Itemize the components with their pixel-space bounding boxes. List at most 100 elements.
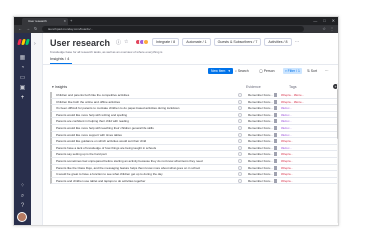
insight-text[interactable]: It's been difficult for parents to motiv… — [56, 105, 234, 111]
evidence-cell[interactable]: Remember Focu... — [248, 99, 273, 105]
scrollbar-thumb[interactable] — [337, 89, 338, 139]
tags-cell[interactable]: #Educ... — [281, 118, 292, 124]
insight-text[interactable]: Parents would like more support with tim… — [56, 132, 234, 138]
tags-cell[interactable]: #Repla... — [281, 151, 293, 157]
chevron-right-icon[interactable]: › — [34, 41, 36, 47]
info-icon[interactable]: ⓘ — [116, 39, 121, 46]
insight-text[interactable]: Parents would like more help with writin… — [56, 112, 234, 118]
new-tab-button[interactable]: + — [70, 17, 72, 25]
table-row[interactable]: Parents like the Class Dojo, and the mes… — [50, 164, 338, 172]
search-button[interactable]: ⌕ Search — [235, 68, 249, 74]
column-header-evidence[interactable]: Evidence — [246, 85, 261, 89]
reload-icon[interactable]: ↻ — [34, 25, 37, 33]
table-row[interactable]: Parents and children use tablet and lapt… — [50, 177, 338, 185]
insight-text[interactable]: Parents sometimes feel unprepared before… — [56, 158, 234, 164]
evidence-cell[interactable]: Remember Focu... — [248, 178, 273, 184]
evidence-cell[interactable]: Remember Focu... — [248, 165, 273, 171]
close-icon[interactable]: ✕ — [63, 18, 66, 25]
maximize-icon[interactable]: □ — [323, 17, 325, 25]
sort-button[interactable]: ⇅ Sort — [307, 68, 317, 74]
filter-button[interactable]: ▿ Filter / 1 — [283, 68, 302, 74]
menu-icon[interactable]: ⋮ — [330, 25, 334, 33]
inbox-icon[interactable]: ▭ — [19, 75, 26, 82]
group-title[interactable]: ▾ Insights — [52, 85, 67, 89]
evidence-cell[interactable]: Remember Focu... — [248, 151, 273, 157]
forward-icon[interactable]: → — [26, 25, 30, 33]
star-icon[interactable]: ☆ — [322, 25, 326, 33]
column-header-tags[interactable]: Tags — [289, 85, 297, 89]
more-icon[interactable]: ⋯ — [295, 39, 300, 45]
evidence-cell[interactable]: Remember Focu... — [248, 118, 273, 124]
chat-icon[interactable] — [238, 145, 242, 150]
tags-cell[interactable]: #Educ... — [281, 125, 292, 131]
table-row[interactable]: Parents would like guidance on which act… — [50, 138, 338, 145]
user-avatar[interactable] — [17, 212, 27, 222]
tags-cell[interactable]: #Repla... — [281, 158, 293, 164]
scrollbar[interactable] — [337, 83, 338, 223]
chat-icon[interactable] — [238, 132, 242, 137]
evidence-cell[interactable]: Remember Focu... — [248, 105, 273, 111]
insight-text[interactable]: Parents and children use tablet and lapt… — [56, 178, 234, 184]
tags-cell[interactable]: #Repla... #Ente... — [281, 99, 304, 105]
insight-text[interactable]: Children like both the online and offlin… — [56, 99, 234, 105]
evidence-cell[interactable]: Remember Focu... — [248, 112, 273, 118]
calendar-icon[interactable]: ▣ — [19, 85, 26, 92]
tags-cell[interactable]: #Educ... — [281, 112, 292, 118]
chat-icon[interactable] — [238, 125, 242, 130]
table-row[interactable]: It's been difficult for parents to motiv… — [50, 105, 338, 112]
close-window-icon[interactable]: ✕ — [332, 17, 335, 25]
bell-icon[interactable]: ◔ — [19, 65, 26, 72]
guests-button[interactable]: Guests & Subscribers / 7 — [213, 38, 262, 46]
person-button[interactable]: ◯ Person — [259, 68, 275, 74]
grid-icon[interactable]: ▦ — [19, 55, 26, 62]
evidence-cell[interactable]: Remember Focu... — [248, 132, 273, 138]
evidence-cell[interactable]: Remember Focu... — [248, 145, 273, 151]
evidence-cell[interactable]: Remember Focu... — [248, 92, 273, 98]
insight-text[interactable]: It would be great to have a function to … — [56, 171, 234, 177]
evidence-cell[interactable]: Remember Focu... — [248, 125, 273, 131]
tags-cell[interactable]: #Educ... — [281, 105, 292, 111]
table-row[interactable]: Parents have a lack of knowledge of how … — [50, 144, 338, 152]
monday-logo[interactable] — [17, 39, 30, 45]
minimize-icon[interactable]: — — [313, 17, 317, 25]
table-row[interactable]: Children like both the online and offlin… — [50, 98, 338, 106]
tags-cell[interactable]: #Repla... — [281, 165, 293, 171]
tags-cell[interactable]: #Educ... — [281, 132, 292, 138]
tags-cell[interactable]: #Educ... — [281, 145, 292, 151]
evidence-cell[interactable]: Remember Focu... — [248, 158, 273, 164]
board-members-avatars[interactable] — [135, 39, 149, 45]
table-row[interactable]: Parents would like more support with tim… — [50, 131, 338, 139]
chat-icon[interactable] — [238, 119, 242, 124]
tags-cell[interactable]: #Repla... — [281, 171, 293, 177]
table-row[interactable]: Parents sometimes feel unprepared before… — [50, 157, 338, 165]
browser-tab[interactable]: User research ✕ — [22, 18, 68, 25]
evidence-cell[interactable]: Remember Focu... — [248, 171, 273, 177]
chat-icon[interactable] — [238, 172, 242, 177]
insight-text[interactable]: Children and parents both like the compe… — [56, 92, 234, 98]
insight-text[interactable]: Parents would like more help with teachi… — [56, 125, 234, 131]
insight-text[interactable]: Parents like the Class Dojo, and the mes… — [56, 165, 234, 171]
insight-text[interactable]: Parents would like guidance on which act… — [56, 138, 234, 144]
new-item-button[interactable]: New Item ▾ — [208, 68, 234, 74]
table-row[interactable]: Parents would like more help with teachi… — [50, 124, 338, 132]
table-row[interactable]: Parents say setting up is the hard part R… — [50, 151, 338, 158]
table-row[interactable]: It would be great to have a function to … — [50, 171, 338, 178]
table-row[interactable]: Parents would like more help with writin… — [50, 111, 338, 119]
more-icon[interactable]: ⋯ — [325, 68, 328, 74]
apps-icon[interactable]: ⁘ — [19, 183, 26, 190]
tags-cell[interactable]: #Repla... — [281, 138, 293, 144]
chat-icon[interactable] — [238, 99, 242, 104]
chat-icon[interactable] — [238, 139, 242, 144]
insight-text[interactable]: Parents have a lack of knowledge of how … — [56, 145, 234, 151]
chat-icon[interactable] — [238, 158, 242, 163]
search-icon[interactable]: ⌕ — [19, 193, 26, 200]
chat-icon[interactable] — [238, 93, 242, 97]
chevron-down-icon[interactable]: ▾ — [228, 68, 230, 74]
chat-icon[interactable] — [238, 165, 242, 170]
chat-icon[interactable] — [238, 112, 242, 117]
insight-text[interactable]: Parents are confident in helping their c… — [56, 118, 234, 124]
integrate-button[interactable]: Integrate / 8 — [152, 38, 180, 46]
table-row[interactable]: Children and parents both like the compe… — [50, 92, 338, 99]
help-icon[interactable]: ? — [19, 203, 26, 210]
automate-button[interactable]: Automate / 1 — [182, 38, 211, 46]
